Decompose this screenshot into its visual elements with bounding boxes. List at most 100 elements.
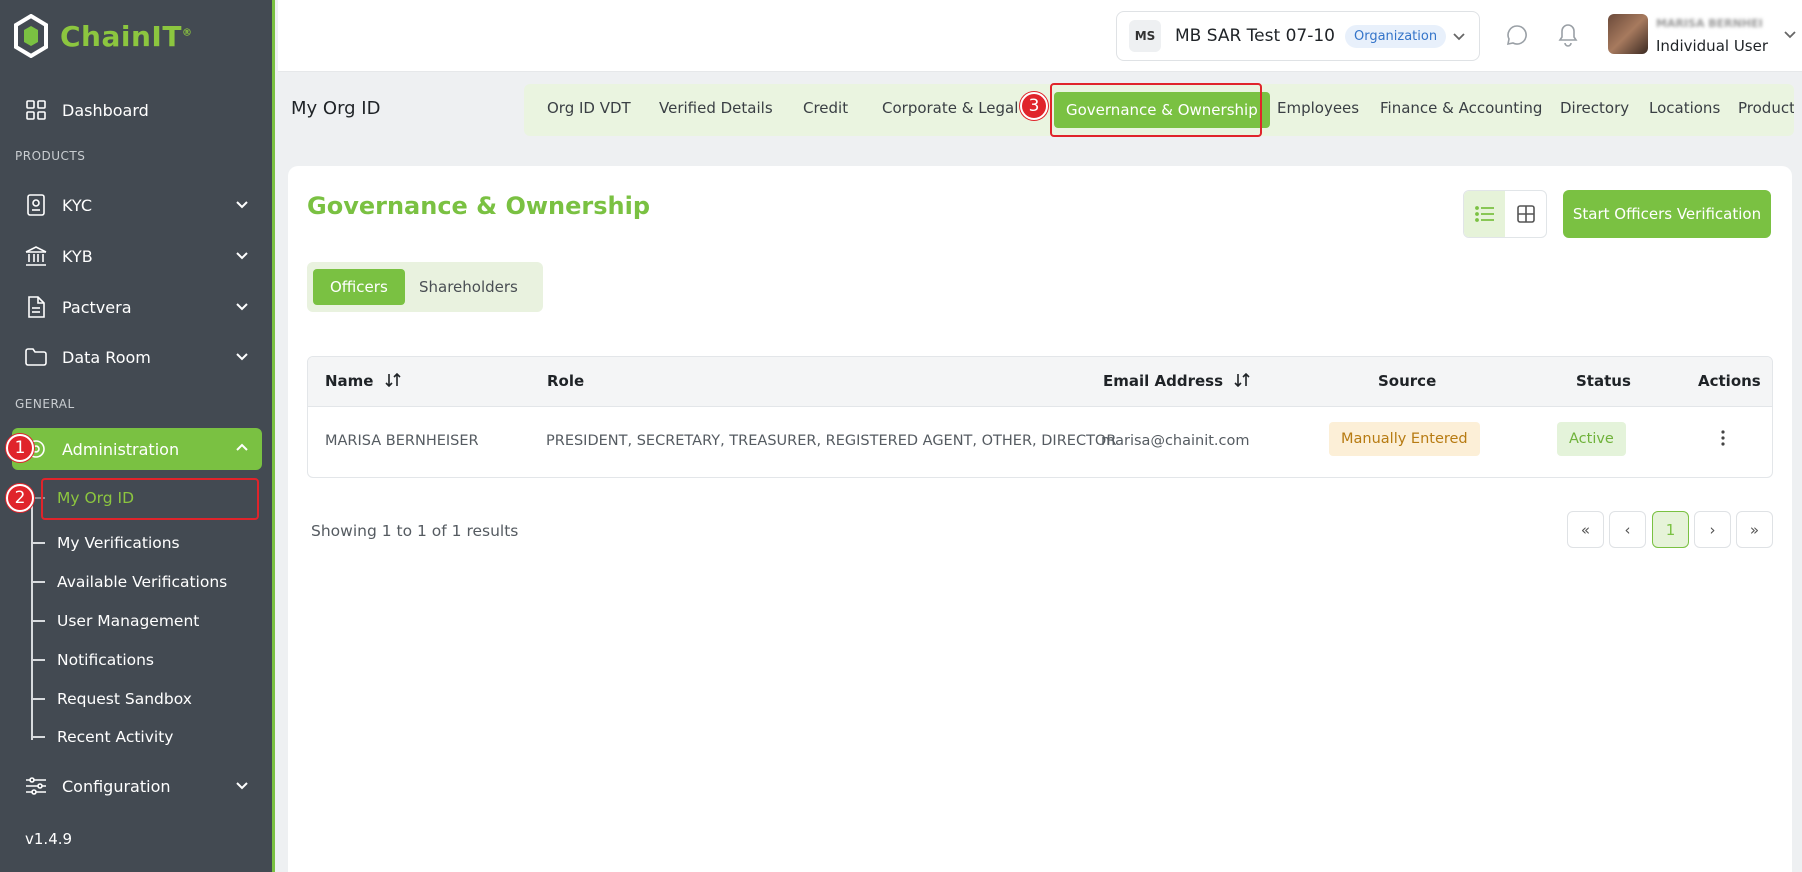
chat-icon[interactable] [1504,22,1530,48]
sidebar-item-pactvera[interactable]: Pactvera [12,286,262,328]
chainit-logo-icon [14,14,48,58]
sidebar-item-configuration[interactable]: Configuration [12,765,262,807]
sidebar-subitem-label: Available Verifications [57,573,228,591]
chevron-down-icon [236,353,248,361]
sliders-icon [24,774,48,798]
column-header-actions: Actions [1698,372,1761,390]
user-menu-chevron-icon[interactable] [1782,26,1798,42]
sidebar-item-label: KYC [62,195,92,215]
source-badge: Manually Entered [1329,422,1480,456]
start-officers-verification-button[interactable]: Start Officers Verification [1563,190,1771,238]
tab-finance-accounting[interactable]: Finance & Accounting [1380,99,1542,117]
step-marker-2: 2 [6,484,34,512]
sort-icon [385,372,401,388]
pagination-first-button[interactable]: « [1567,511,1604,548]
sidebar-subitem-label: User Management [57,612,200,630]
user-avatar[interactable] [1608,14,1648,54]
chevron-up-icon [236,443,248,451]
column-header-role: Role [547,372,585,390]
column-header-source: Source [1378,372,1437,390]
sort-icon [1234,372,1250,388]
sidebar-item-label: KYB [62,246,93,266]
results-summary: Showing 1 to 1 of 1 results [311,522,519,540]
cell-email: marisa@chainit.com [1101,433,1250,449]
view-toggle [1463,190,1547,238]
table-header: Name Role Email Address Source Status Ac… [308,357,1772,407]
sidebar-item-label: Pactvera [62,297,132,317]
highlight-box-governance-tab [1050,83,1262,137]
sidebar-subitem-user-management[interactable]: User Management [31,603,199,639]
org-avatar: MS [1129,20,1161,52]
sidebar-subitem-request-sandbox[interactable]: Request Sandbox [31,681,192,717]
sidebar-subitem-label: My Verifications [57,534,180,552]
chevron-down-icon [236,252,248,260]
tab-directory[interactable]: Directory [1560,99,1629,117]
more-actions-icon[interactable] [1720,429,1726,451]
page-title: My Org ID [291,98,381,119]
pagination-prev-button[interactable]: ‹ [1609,511,1646,548]
step-marker-1: 1 [6,434,34,462]
section-label-general: GENERAL [15,397,75,411]
list-view-icon[interactable] [1464,191,1505,237]
org-name: MB SAR Test 07-10 [1175,26,1335,46]
governance-card: Governance & Ownership Start Officers Ve… [288,166,1792,872]
column-header-name[interactable]: Name [325,372,401,390]
tab-locations[interactable]: Locations [1649,99,1720,117]
user-role: Individual User [1656,37,1769,55]
chevron-down-icon [1453,33,1465,41]
sidebar-subitem-my-verifications[interactable]: My Verifications [31,525,180,561]
brand-logo[interactable]: ChainIT® [14,12,192,60]
sidebar-subitem-recent-activity[interactable]: Recent Activity [31,719,173,755]
officers-table: Name Role Email Address Source Status Ac… [307,356,1773,478]
dashboard-icon [24,98,48,122]
status-badge: Active [1557,422,1626,456]
sidebar-subitem-label: Recent Activity [57,728,174,746]
sidebar-item-label: Configuration [62,776,171,796]
segment-shareholders[interactable]: Shareholders [402,269,535,305]
tab-org-id-vdt[interactable]: Org ID VDT [547,99,631,117]
officers-shareholders-toggle: Officers Shareholders [307,262,543,312]
sidebar-subitem-label: Request Sandbox [57,690,192,708]
tab-corporate-legal[interactable]: Corporate & Legal [882,99,1018,117]
tab-credit[interactable]: Credit [803,99,848,117]
sidebar-item-administration[interactable]: Administration [12,428,262,470]
column-header-email[interactable]: Email Address [1103,372,1250,390]
chevron-down-icon [236,303,248,311]
pagination-page-1[interactable]: 1 [1652,511,1689,548]
step-marker-3: 3 [1020,92,1048,120]
grid-view-icon[interactable] [1505,191,1546,237]
section-label-products: PRODUCTS [15,149,86,163]
sidebar: ChainIT® Dashboard PRODUCTS KYC KYB Pact… [0,0,275,872]
id-card-icon [24,193,48,217]
user-name: MARISA BERNHEI [1656,17,1763,30]
pagination-next-button[interactable]: › [1694,511,1731,548]
highlight-box-my-org-id [41,478,259,520]
cell-name: MARISA BERNHEISER [325,433,479,449]
segment-officers[interactable]: Officers [313,269,405,305]
sidebar-item-label: Data Room [62,347,151,367]
organization-switcher[interactable]: MS MB SAR Test 07-10 Organization [1116,11,1480,61]
sidebar-item-label: Dashboard [62,100,149,120]
sidebar-subitem-available-verifications[interactable]: Available Verifications [31,564,227,600]
sidebar-item-label: Administration [62,439,180,459]
sidebar-item-data-room[interactable]: Data Room [12,336,262,378]
chevron-down-icon [236,201,248,209]
sidebar-item-kyb[interactable]: KYB [12,235,262,277]
sidebar-item-dashboard[interactable]: Dashboard [12,89,262,131]
section-title: Governance & Ownership [307,192,651,220]
column-header-status: Status [1576,372,1631,390]
tab-verified-details[interactable]: Verified Details [659,99,773,117]
sidebar-subitem-notifications[interactable]: Notifications [31,642,154,678]
brand-name: ChainIT® [60,19,193,53]
tab-product[interactable]: Product [1738,99,1794,117]
bank-icon [24,244,48,268]
sidebar-subitem-label: Notifications [57,651,155,669]
top-header: MS MB SAR Test 07-10 Organization MARISA… [278,0,1802,72]
document-icon [24,295,48,319]
bell-icon[interactable] [1555,22,1581,48]
pagination-last-button[interactable]: » [1736,511,1773,548]
app-version: v1.4.9 [25,830,73,848]
sidebar-item-kyc[interactable]: KYC [12,184,262,226]
folder-icon [24,345,48,369]
tab-employees[interactable]: Employees [1277,99,1359,117]
